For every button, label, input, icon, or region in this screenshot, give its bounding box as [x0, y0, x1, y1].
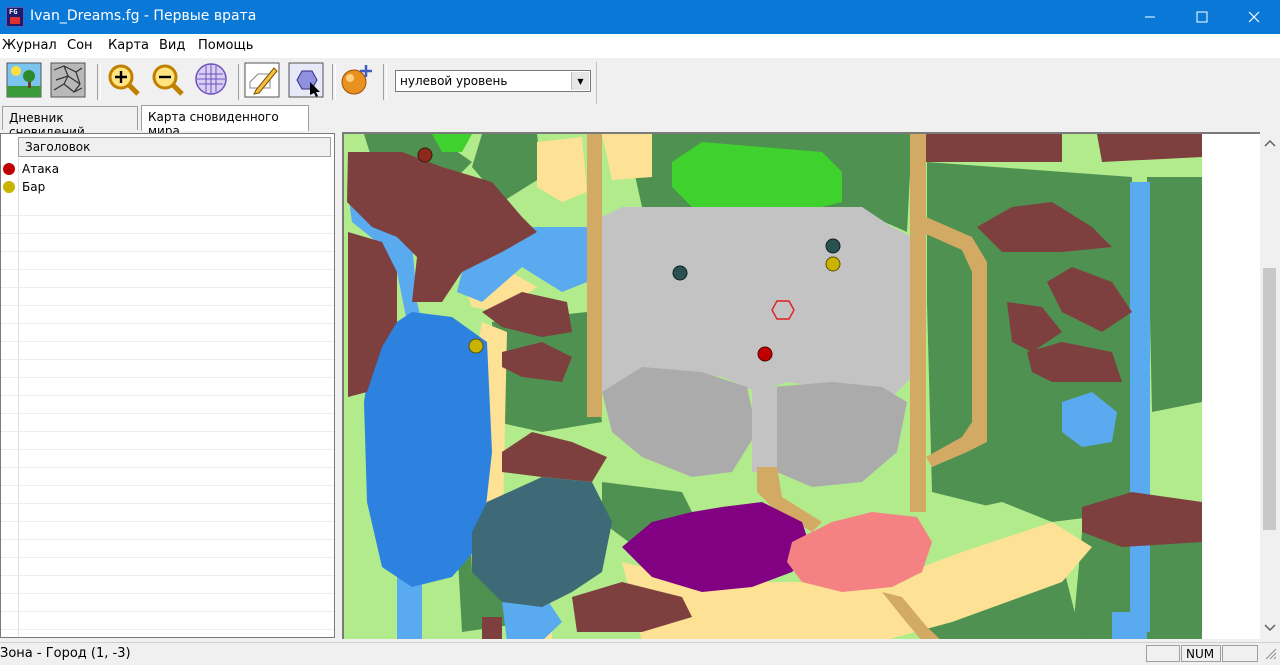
tab-dream-map[interactable]: Карта сновиденного мира	[141, 105, 309, 138]
minimize-button[interactable]	[1124, 0, 1176, 34]
chevron-down-icon[interactable]: ▼	[571, 72, 589, 90]
menu-map[interactable]: Карта	[108, 38, 149, 53]
zoom-out-icon	[152, 64, 184, 96]
level-value: нулевой уровень	[400, 74, 508, 88]
landscape-icon	[6, 62, 42, 98]
row-divider	[1, 395, 334, 396]
row-divider	[1, 377, 334, 378]
hex-grid-button[interactable]	[194, 62, 230, 98]
zoom-in-button[interactable]	[106, 62, 142, 98]
close-icon	[1248, 11, 1260, 23]
resize-grip-icon[interactable]	[1264, 647, 1278, 661]
tab-dream-diary[interactable]: Дневник сновидений	[2, 106, 138, 139]
maximize-button[interactable]	[1176, 0, 1228, 34]
toolbar-separator	[97, 64, 101, 100]
edit-button[interactable]	[244, 62, 280, 98]
row-divider	[1, 539, 334, 540]
toolbar	[0, 58, 1280, 105]
map-grid-button[interactable]	[50, 62, 86, 98]
map-marker[interactable]	[825, 256, 841, 272]
map-marker[interactable]	[825, 238, 841, 254]
scrollbar-thumb[interactable]	[1263, 268, 1276, 530]
hex-map-canvas[interactable]	[344, 134, 1280, 639]
dream-world-map[interactable]	[342, 132, 1280, 639]
toolbar-separator	[238, 64, 242, 100]
row-divider	[1, 269, 334, 270]
menu-view[interactable]: Вид	[159, 38, 185, 53]
zoom-out-button[interactable]	[150, 62, 186, 98]
list-item-label: Бар	[22, 180, 46, 194]
row-divider	[1, 503, 334, 504]
map-grid-icon	[50, 62, 86, 98]
row-divider	[1, 251, 334, 252]
status-text: Зона - Город (1, -3)	[0, 646, 131, 661]
row-divider	[1, 413, 334, 414]
status-panel-empty	[1222, 645, 1258, 662]
row-divider	[1, 215, 334, 216]
row-divider	[1, 323, 334, 324]
row-divider	[1, 557, 334, 558]
list-item[interactable]: Атака	[1, 161, 331, 179]
row-divider	[1, 521, 334, 522]
row-divider	[1, 305, 334, 306]
row-divider	[1, 449, 334, 450]
row-divider	[1, 341, 334, 342]
menu-help[interactable]: Помощь	[198, 38, 253, 53]
column-header-title[interactable]: Заголовок	[18, 137, 331, 157]
window-title: Ivan_Dreams.fg - Первые врата	[30, 8, 257, 24]
list-item[interactable]: Бар	[1, 179, 331, 197]
attack-marker[interactable]	[757, 346, 773, 362]
menu-bar: Журнал Сон Карта Вид Помощь	[0, 34, 1280, 58]
map-marker[interactable]	[417, 147, 433, 163]
red-marker-icon	[3, 163, 15, 175]
list-item-label: Атака	[22, 162, 60, 176]
hex-select-icon	[288, 62, 324, 98]
app-icon: FG	[6, 7, 24, 27]
toolbar-separator	[383, 64, 387, 100]
toolbar-end-separator	[596, 62, 597, 104]
menu-dream[interactable]: Сон	[67, 38, 93, 53]
row-divider	[1, 611, 334, 612]
scroll-up-icon	[1264, 139, 1276, 147]
minimize-icon	[1145, 16, 1155, 18]
scroll-down-icon	[1264, 624, 1276, 632]
row-divider	[1, 485, 334, 486]
row-divider	[1, 359, 334, 360]
maximize-icon	[1196, 11, 1208, 23]
yellow-marker-icon	[3, 181, 15, 193]
row-divider	[1, 431, 334, 432]
row-divider	[1, 629, 334, 630]
add-sphere-icon	[341, 65, 372, 95]
dream-list-panel: Заголовок Атака Бар	[0, 133, 335, 638]
edit-icon	[244, 62, 280, 98]
row-gutter	[1, 158, 19, 637]
row-divider	[1, 575, 334, 576]
level-select[interactable]: нулевой уровень ▼	[395, 70, 591, 92]
bar-marker[interactable]	[468, 338, 484, 354]
toolbar-separator	[332, 64, 336, 100]
num-lock-indicator: NUM	[1181, 645, 1221, 662]
landscape-button[interactable]	[6, 62, 42, 98]
row-divider	[1, 467, 334, 468]
row-divider	[1, 287, 334, 288]
menu-journal[interactable]: Журнал	[2, 38, 57, 53]
status-panel-empty	[1146, 645, 1180, 662]
map-marker[interactable]	[672, 265, 688, 281]
add-sphere-button[interactable]	[338, 62, 374, 98]
row-divider	[1, 233, 334, 234]
hex-grid-icon	[195, 63, 227, 95]
zoom-in-icon	[108, 64, 140, 96]
status-bar: Зона - Город (1, -3) NUM	[0, 642, 1280, 665]
close-button[interactable]	[1228, 0, 1280, 34]
title-bar: FG Ivan_Dreams.fg - Первые врата	[0, 0, 1280, 34]
hex-select-button[interactable]	[288, 62, 324, 98]
map-vertical-scrollbar[interactable]	[1260, 132, 1280, 639]
row-divider	[1, 593, 334, 594]
